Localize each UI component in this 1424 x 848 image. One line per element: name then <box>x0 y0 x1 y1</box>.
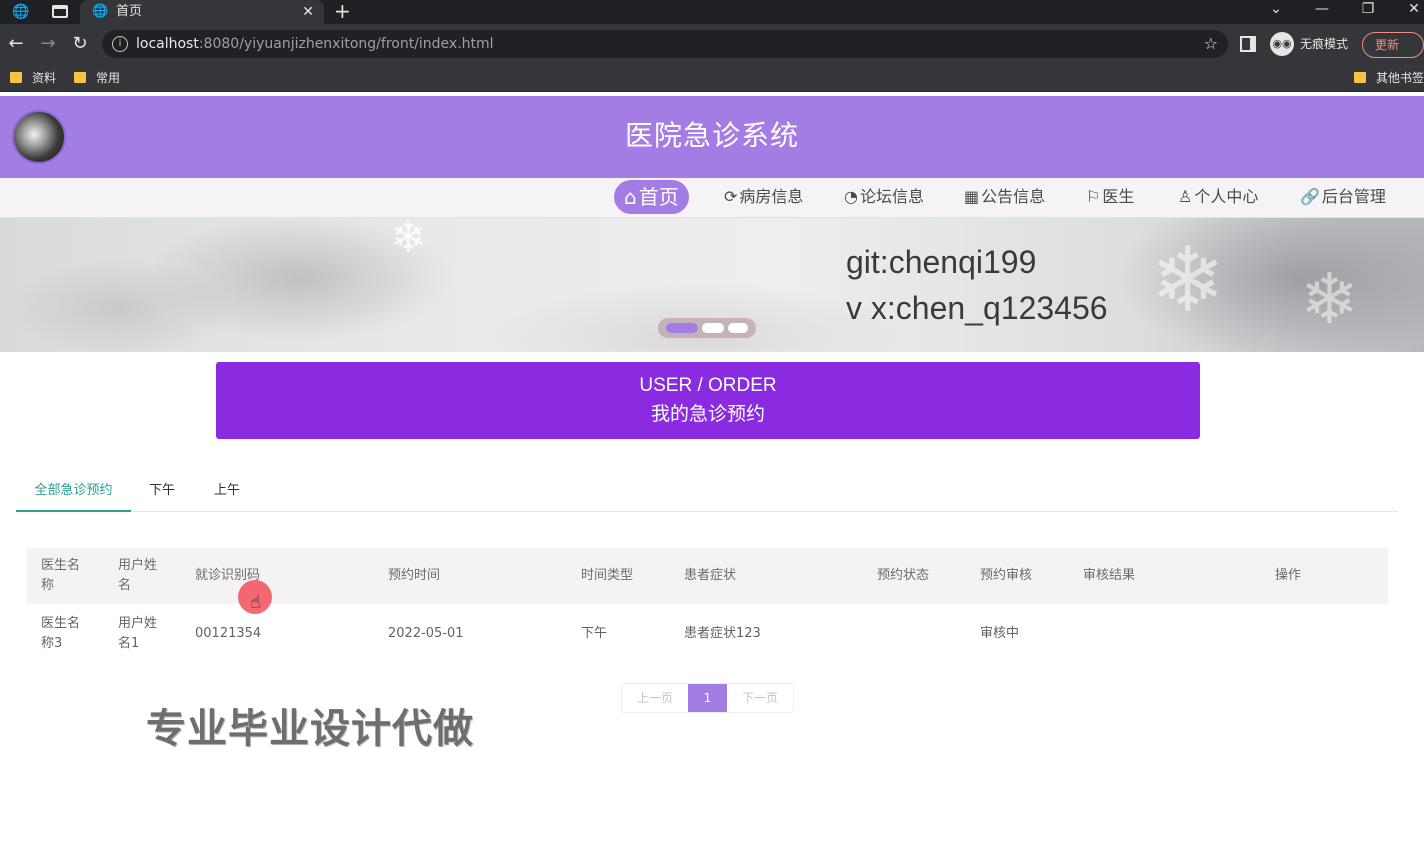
carousel-dot-2[interactable] <box>702 323 724 333</box>
bookmark-star-icon[interactable]: ☆ <box>1204 33 1218 55</box>
link-icon: 🔗 <box>1300 187 1320 206</box>
carousel-dot-1[interactable] <box>666 323 698 333</box>
cell-time-type: 下午 <box>581 626 608 641</box>
appointment-tabs: 全部急诊预约 下午 上午 <box>16 478 1398 512</box>
tab-afternoon[interactable]: 下午 <box>149 478 175 512</box>
banner-carousel[interactable]: ❄ ❄ ❄ git:chenqi199 v x:chen_q123456 <box>0 218 1424 352</box>
col-symptoms: 患者症状 <box>684 568 737 583</box>
globe-icon[interactable]: 🌐 <box>12 3 30 21</box>
next-page-button[interactable]: 下一页 <box>727 684 793 712</box>
col-appointment-status: 预约状态 <box>877 568 930 583</box>
incognito-icon[interactable]: ◉◉ <box>1270 32 1294 56</box>
nav-admin[interactable]: 🔗 后台管理 <box>1300 180 1386 214</box>
page-button-current[interactable]: 1 <box>688 684 727 712</box>
nav-notice-info[interactable]: ▦ 公告信息 <box>964 180 1045 214</box>
restore-icon[interactable]: ❐ <box>1352 0 1384 24</box>
nav-ward-info[interactable]: ⟳ 病房信息 <box>724 180 803 214</box>
tab-morning[interactable]: 上午 <box>214 478 240 512</box>
site-header: 医院急诊系统 <box>0 96 1424 178</box>
cell-user-name: 用户姓名1 <box>118 616 158 651</box>
carousel-dot-3[interactable] <box>728 323 748 333</box>
back-icon[interactable]: ← <box>6 34 26 54</box>
forward-icon[interactable]: → <box>38 34 58 54</box>
bookmark-folder-other[interactable]: 其他书签 <box>1354 70 1424 86</box>
section-title-en: USER / ORDER <box>639 375 777 396</box>
browser-tab-strip: 🌐 🌐 首页 ✕ + ⌄ — ❐ ✕ <box>0 0 1424 24</box>
forum-icon: ◔ <box>844 187 858 206</box>
bookmarks-bar: 资料 常用 其他书签 <box>0 64 1424 92</box>
hand-cursor-icon: ☝ <box>250 592 261 613</box>
folder-icon <box>74 72 86 83</box>
url-text: localhost:8080/yiyuanjizhenxitong/front/… <box>136 36 494 52</box>
minimize-icon[interactable]: — <box>1306 0 1338 24</box>
cell-visit-code: 00121354 <box>195 626 262 641</box>
prev-page-button[interactable]: 上一页 <box>622 684 688 712</box>
col-review-result: 审核结果 <box>1083 568 1136 583</box>
new-tab-icon[interactable]: + <box>334 0 351 22</box>
flag-icon: ⚐ <box>1086 187 1101 206</box>
snowflake-decoration: ❄ <box>1300 258 1359 340</box>
home-icon: ⌂ <box>624 185 637 209</box>
url-field[interactable]: i localhost:8080/yiyuanjizhenxitong/fron… <box>102 30 1228 58</box>
page-favicon-icon: 🌐 <box>92 4 109 19</box>
window-icon[interactable] <box>52 5 68 18</box>
browser-tab[interactable]: 🌐 首页 ✕ <box>80 0 324 24</box>
notice-icon: ▦ <box>964 187 980 206</box>
snowflake-decoration: ❄ <box>390 218 427 263</box>
col-actions: 操作 <box>1275 568 1302 583</box>
table-header: 医生名称 用户姓名 就诊识别码 预约时间 时间类型 患者症状 预约状态 预约审核… <box>27 548 1388 604</box>
col-time-type: 时间类型 <box>581 568 634 583</box>
browser-tab-title: 首页 <box>116 4 143 19</box>
cell-appointment-time: 2022-05-01 <box>388 626 464 641</box>
banner-text-line2: v x:chen_q123456 <box>846 290 1108 326</box>
bookmark-folder-changyong[interactable]: 常用 <box>74 70 120 86</box>
main-nav: ⌂ 首页 ⟳ 病房信息 ◔ 论坛信息 ▦ 公告信息 ⚐ 医生 ♙ 个人中心 🔗 后台管理 <box>0 178 1424 218</box>
nav-home[interactable]: ⌂ 首页 <box>614 180 689 214</box>
side-panel-icon[interactable] <box>1240 36 1256 52</box>
snowflake-decoration: ❄ <box>1150 228 1226 333</box>
cell-symptoms: 患者症状123 <box>684 626 761 641</box>
nav-forum-info[interactable]: ◔ 论坛信息 <box>844 180 924 214</box>
user-icon: ♙ <box>1178 187 1193 206</box>
banner-text-line1: git:chenqi199 <box>846 244 1037 280</box>
bookmark-folder-ziliao[interactable]: 资料 <box>10 70 56 86</box>
table-row[interactable]: 医生名称3 用户姓名1 00121354 2022-05-01 下午 患者症状1… <box>27 604 1388 664</box>
page: 医院急诊系统 ⌂ 首页 ⟳ 病房信息 ◔ 论坛信息 ▦ 公告信息 ⚐ 医生 ♙ 个人中心 🔗… <box>0 96 1424 848</box>
ward-icon: ⟳ <box>724 187 738 206</box>
folder-icon <box>1354 72 1366 83</box>
watermark-text: 专业毕业设计代做 <box>146 706 474 752</box>
tab-all-appointments[interactable]: 全部急诊预约 <box>16 478 131 512</box>
update-button[interactable]: 更新 <box>1362 32 1424 58</box>
col-review: 预约审核 <box>980 568 1033 583</box>
cell-doctor-name: 医生名称3 <box>41 616 81 651</box>
folder-icon <box>10 72 22 83</box>
col-user-name: 用户姓名 <box>118 558 158 593</box>
carousel-indicators <box>658 318 756 338</box>
section-title-cn: 我的急诊预约 <box>650 403 765 425</box>
close-window-icon[interactable]: ✕ <box>1398 0 1424 24</box>
col-appointment-time: 预约时间 <box>388 568 441 583</box>
tab-search-chevron-icon[interactable]: ⌄ <box>1260 0 1292 24</box>
pagination: 上一页 1 下一页 <box>621 683 794 713</box>
col-doctor-name: 医生名称 <box>41 558 81 593</box>
reload-icon[interactable]: ↻ <box>70 34 90 54</box>
close-tab-icon[interactable]: ✕ <box>302 2 314 22</box>
cell-review: 审核中 <box>980 626 1020 641</box>
nav-personal-center[interactable]: ♙ 个人中心 <box>1178 180 1258 214</box>
info-icon[interactable]: i <box>112 36 128 52</box>
incognito-label: 无痕模式 <box>1300 37 1349 51</box>
section-title-block: USER / ORDER 我的急诊预约 <box>216 362 1200 439</box>
site-title: 医院急诊系统 <box>624 119 799 152</box>
nav-doctor[interactable]: ⚐ 医生 <box>1086 180 1134 214</box>
address-bar-row: ← → ↻ i localhost:8080/yiyuanjizhenxiton… <box>0 24 1424 64</box>
